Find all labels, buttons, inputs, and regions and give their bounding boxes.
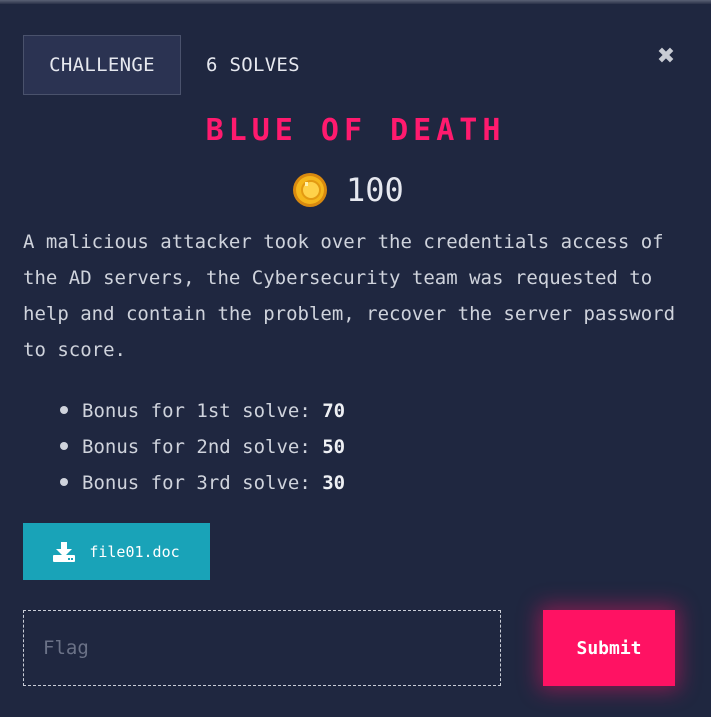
list-item: Bonus for 3rd solve: 30 (60, 465, 345, 501)
bonus-value: 30 (322, 472, 346, 494)
file-name: file01.doc (89, 542, 180, 561)
coin-icon (293, 173, 327, 207)
modal-tabs: CHALLENGE 6 SOLVES (23, 35, 300, 95)
list-item: Bonus for 2nd solve: 50 (60, 429, 345, 465)
bonus-value: 70 (322, 400, 346, 422)
bullet-icon (60, 405, 68, 414)
modal-top-border (0, 0, 711, 4)
bullet-icon (60, 441, 68, 450)
tab-solves[interactable]: 6 SOLVES (181, 35, 300, 95)
challenge-title: BLUE OF DEATH (205, 113, 506, 148)
close-icon[interactable]: ✖ (655, 46, 677, 68)
tab-challenge[interactable]: CHALLENGE (23, 35, 181, 95)
bonus-list: Bonus for 1st solve: 70 Bonus for 2nd so… (60, 393, 345, 501)
bonus-label: Bonus for 2nd solve: (82, 436, 311, 458)
download-icon (53, 541, 76, 562)
bonus-label: Bonus for 1st solve: (82, 400, 311, 422)
submit-button[interactable]: Submit (543, 610, 675, 686)
bonus-value: 50 (322, 436, 346, 458)
points-value: 100 (346, 171, 404, 209)
bonus-label: Bonus for 3rd solve: (82, 472, 311, 494)
list-item: Bonus for 1st solve: 70 (60, 393, 345, 429)
file-download-button[interactable]: file01.doc (23, 523, 210, 580)
bullet-icon (60, 477, 68, 486)
challenge-points: 100 (292, 171, 404, 209)
flag-input[interactable] (23, 610, 501, 686)
challenge-description: A malicious attacker took over the crede… (23, 231, 676, 361)
